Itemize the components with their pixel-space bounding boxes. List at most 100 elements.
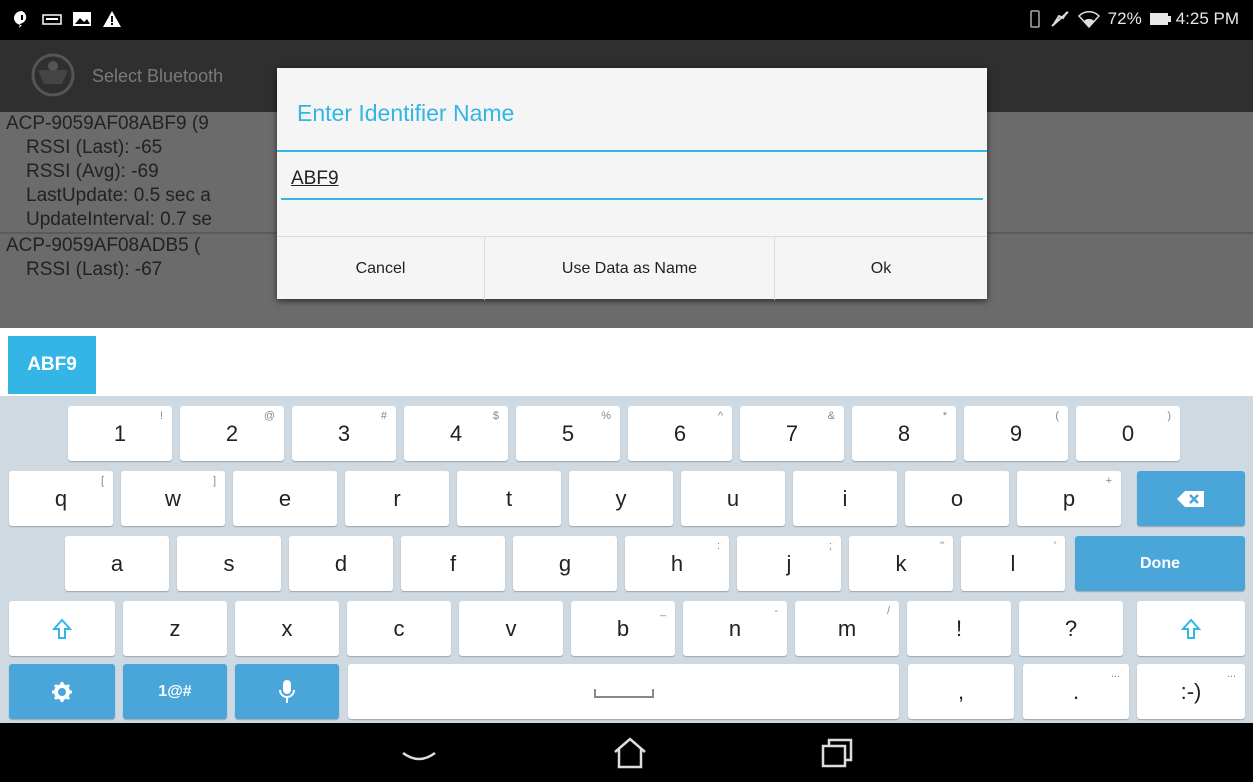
ok-button[interactable]: Ok <box>775 237 987 300</box>
key-hint: % <box>601 410 611 422</box>
mute-icon <box>1050 11 1069 27</box>
key-6[interactable]: m / <box>795 601 899 656</box>
key-5[interactable]: y <box>569 471 673 526</box>
key-5[interactable]: 6 ^ <box>628 406 732 461</box>
key-2[interactable]: 3 # <box>292 406 396 461</box>
shift-key-right[interactable] <box>1137 601 1245 656</box>
suggestion-strip: ABF9 <box>0 328 1253 396</box>
key-5[interactable]: h: <box>625 536 729 591</box>
key-4[interactable]: g <box>513 536 617 591</box>
period-key-hint: ... <box>1110 668 1120 680</box>
shift-icon <box>1181 617 1201 639</box>
period-key[interactable]: .... <box>1023 664 1129 719</box>
key-8[interactable]: l ' <box>961 536 1065 591</box>
microphone-icon <box>279 679 295 703</box>
key-0[interactable]: 1! <box>68 406 172 461</box>
key-label: u <box>726 485 740 511</box>
key-hint: $ <box>492 410 499 422</box>
action-bar-title: Select Bluetooth <box>92 66 224 86</box>
key-2[interactable]: c <box>347 601 451 656</box>
key-7[interactable]: k " <box>849 536 953 591</box>
key-3[interactable]: r <box>345 471 449 526</box>
key-2[interactable]: d <box>289 536 393 591</box>
recent-apps-icon[interactable] <box>817 735 857 771</box>
key-label: 8 <box>897 420 911 446</box>
key-label: 2 <box>225 420 239 446</box>
key-6[interactable]: u <box>681 471 785 526</box>
use-data-as-name-button[interactable]: Use Data as Name <box>485 237 775 300</box>
key-3[interactable]: v <box>459 601 563 656</box>
key-label: o <box>950 485 964 511</box>
key-label: p <box>1062 485 1076 511</box>
key-0[interactable]: q[ <box>9 471 113 526</box>
smiley-key[interactable]: :-)... <box>1137 664 1245 719</box>
key-label: e <box>278 485 292 511</box>
key-4[interactable]: t <box>457 471 561 526</box>
shift-key-left[interactable] <box>9 601 115 656</box>
suggestion-chip[interactable]: ABF9 <box>8 336 96 394</box>
key-hint: [ <box>100 475 104 487</box>
key-8[interactable]: 9( <box>964 406 1068 461</box>
key-label: l <box>1010 550 1016 576</box>
key-2[interactable]: e <box>233 471 337 526</box>
done-key[interactable]: Done <box>1075 536 1245 591</box>
key-1[interactable]: s <box>177 536 281 591</box>
key-7[interactable]: i <box>793 471 897 526</box>
app-logo-icon[interactable] <box>28 50 78 100</box>
key-hint: ; <box>828 540 832 552</box>
wifi-icon <box>1077 11 1100 28</box>
key-7[interactable]: 8 * <box>852 406 956 461</box>
key-label: r <box>393 485 401 511</box>
identifier-dialog: Enter Identifier Name ABF9 Cancel Use Da… <box>277 68 987 300</box>
key-label: 5 <box>561 420 575 446</box>
key-7[interactable]: ! <box>907 601 1011 656</box>
key-4[interactable]: b _ <box>571 601 675 656</box>
key-1[interactable]: w] <box>121 471 225 526</box>
key-9[interactable]: 0) <box>1076 406 1180 461</box>
key-hint: ) <box>1167 410 1171 422</box>
comma-key[interactable]: , <box>908 664 1014 719</box>
symbols-key[interactable]: 1@# <box>123 664 227 719</box>
key-1[interactable]: x <box>235 601 339 656</box>
space-key[interactable] <box>348 664 899 719</box>
home-icon[interactable] <box>610 735 650 771</box>
smiley-key-label: :-) <box>1180 678 1202 704</box>
key-0[interactable]: z <box>123 601 227 656</box>
key-8[interactable]: o <box>905 471 1009 526</box>
key-4[interactable]: 5% <box>516 406 620 461</box>
cancel-button[interactable]: Cancel <box>277 237 485 300</box>
soft-keyboard: 1! 2 @3 #4 $5% 6 ^ 7 & 8 * 9(0) q[w] e r t y u i o p + asdfg… <box>0 396 1253 723</box>
key-3[interactable]: f <box>401 536 505 591</box>
key-label: h <box>670 550 684 576</box>
key-3[interactable]: 4 $ <box>404 406 508 461</box>
key-0[interactable]: a <box>65 536 169 591</box>
key-label: q <box>54 485 68 511</box>
key-hint: _ <box>659 605 666 617</box>
backspace-key[interactable] <box>1137 471 1245 526</box>
navigation-bar <box>0 723 1253 782</box>
key-label: z <box>169 615 181 641</box>
identifier-name-input[interactable]: ABF9 <box>281 164 983 200</box>
key-label: w <box>165 485 181 511</box>
voice-input-key[interactable] <box>235 664 339 719</box>
key-6[interactable]: 7 & <box>740 406 844 461</box>
key-hint: : <box>716 540 720 552</box>
key-hint: ] <box>212 475 216 487</box>
image-icon <box>73 12 91 26</box>
key-5[interactable]: n- <box>683 601 787 656</box>
vibrate-icon <box>1029 10 1040 28</box>
key-1[interactable]: 2 @ <box>180 406 284 461</box>
hide-keyboard-icon[interactable] <box>399 735 439 771</box>
settings-key[interactable] <box>9 664 115 719</box>
key-6[interactable]: j; <box>737 536 841 591</box>
key-hint: * <box>942 410 947 422</box>
key-8[interactable]: ? <box>1019 601 1123 656</box>
key-label: b <box>616 615 630 641</box>
key-label: j <box>786 550 792 576</box>
key-9[interactable]: p + <box>1017 471 1121 526</box>
key-label: 6 <box>673 420 687 446</box>
key-label: k <box>895 550 907 576</box>
key-label: a <box>110 550 124 576</box>
key-hint: & <box>827 410 835 422</box>
comma-key-label: , <box>957 678 965 704</box>
